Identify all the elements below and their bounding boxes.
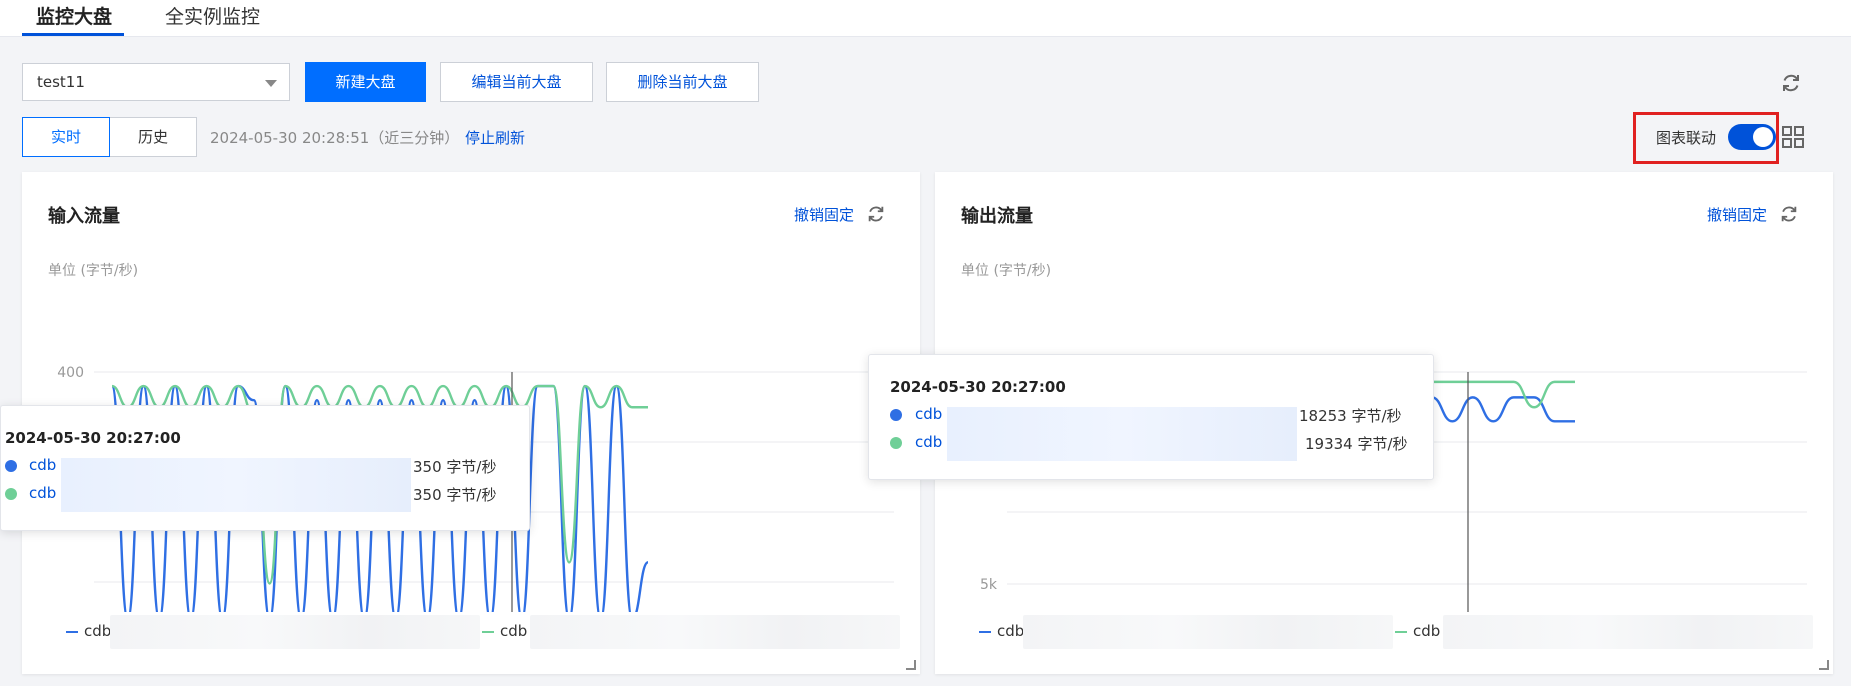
redacted-legend-text <box>1443 615 1813 649</box>
dashboard-select-value: test11 <box>37 73 85 91</box>
active-tab-indicator <box>22 33 124 36</box>
chart-tooltip: 2024-05-30 20:27:00 cdb 350 字节/秒 cdb 350… <box>0 405 530 531</box>
tooltip-series-name: cdb <box>29 484 57 502</box>
tooltip-series-name: cdb <box>915 405 943 423</box>
tab-all-instances[interactable]: 全实例监控 <box>165 2 260 29</box>
time-range-text: 2024-05-30 20:28:51（近三分钟） <box>210 129 460 147</box>
unpin-link[interactable]: 撤销固定 <box>794 204 854 225</box>
chart-tooltip: 2024-05-30 20:27:00 cdb 18253 字节/秒 cdb 1… <box>868 354 1434 480</box>
stop-refresh-link[interactable]: 停止刷新 <box>465 127 525 148</box>
redacted-legend-text <box>530 615 900 649</box>
chevron-down-icon <box>265 80 277 87</box>
tooltip-series-value: 19334 字节/秒 <box>1305 435 1408 453</box>
tooltip-series-dot <box>890 437 902 449</box>
redacted-legend-text <box>1023 615 1393 649</box>
chart-linkage-label: 图表联动 <box>1656 129 1717 147</box>
resize-handle[interactable] <box>906 660 916 670</box>
tooltip-series-value: 18253 字节/秒 <box>1299 407 1402 425</box>
tooltip-time: 2024-05-30 20:27:00 <box>890 378 1066 396</box>
legend-item[interactable]: cdb <box>1395 622 1440 640</box>
legend-swatch <box>979 630 991 633</box>
redacted-legend-text <box>110 615 480 649</box>
legend-item[interactable]: cdb <box>66 622 111 640</box>
new-dashboard-button[interactable]: 新建大盘 <box>305 62 426 102</box>
tooltip-series-dot <box>890 409 902 421</box>
grid-layout-icon[interactable] <box>1782 126 1804 152</box>
legend-item[interactable]: cdb <box>979 622 1024 640</box>
legend-item[interactable]: cdb <box>482 622 527 640</box>
redacted-series-name <box>61 458 411 512</box>
dashboard-select[interactable]: test11 <box>22 63 290 101</box>
y-tick-label: 5k <box>980 577 998 593</box>
legend-label: cdb <box>997 622 1025 640</box>
refresh-icon[interactable] <box>1780 72 1802 98</box>
redacted-series-name <box>947 407 1297 461</box>
legend-swatch <box>1395 630 1407 633</box>
legend-label: cdb <box>500 622 528 640</box>
resize-handle[interactable] <box>1819 660 1829 670</box>
tooltip-time: 2024-05-30 20:27:00 <box>5 429 181 447</box>
edit-dashboard-button[interactable]: 编辑当前大盘 <box>440 62 593 102</box>
tooltip-series-dot <box>5 488 17 500</box>
legend-swatch <box>482 630 494 633</box>
realtime-button[interactable]: 实时 <box>22 117 110 157</box>
toggle-knob <box>1753 127 1773 147</box>
legend-label: cdb <box>1413 622 1441 640</box>
tooltip-series-value: 350 字节/秒 <box>413 486 497 504</box>
panel-refresh-icon[interactable] <box>1779 204 1799 228</box>
legend-label: cdb <box>84 622 112 640</box>
tab-monitor-dashboard[interactable]: 监控大盘 <box>36 2 112 29</box>
history-button[interactable]: 历史 <box>109 117 197 157</box>
panel-title: 输入流量 <box>48 206 120 227</box>
panel-refresh-icon[interactable] <box>866 204 886 228</box>
legend-swatch <box>66 630 78 633</box>
y-tick-label: 400 <box>57 365 84 381</box>
panel-title: 输出流量 <box>961 206 1033 227</box>
delete-dashboard-button[interactable]: 删除当前大盘 <box>606 62 759 102</box>
tooltip-series-value: 350 字节/秒 <box>413 458 497 476</box>
tooltip-series-name: cdb <box>915 433 943 451</box>
top-tab-bar <box>0 0 1851 37</box>
chart-linkage-toggle[interactable] <box>1728 124 1776 150</box>
tooltip-series-name: cdb <box>29 456 57 474</box>
tooltip-series-dot <box>5 460 17 472</box>
unpin-link[interactable]: 撤销固定 <box>1707 204 1767 225</box>
